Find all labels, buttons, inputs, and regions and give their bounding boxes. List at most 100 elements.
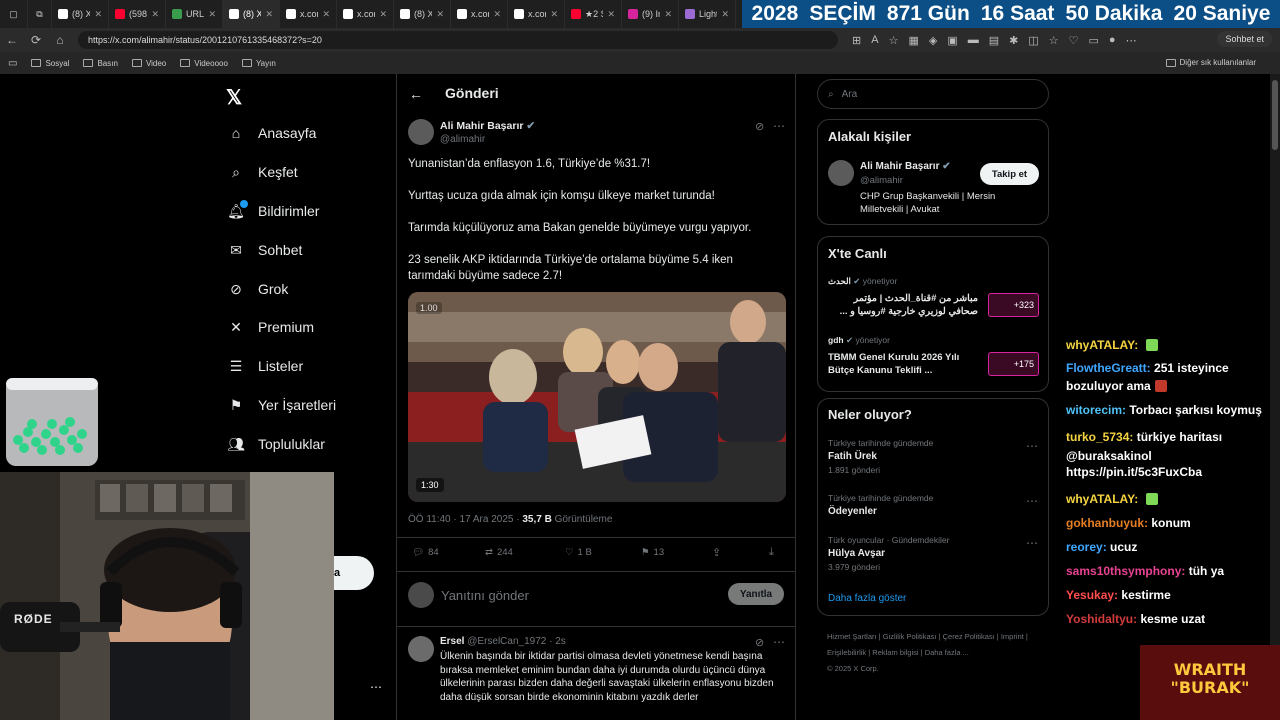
search-input[interactable]: ⌕ Ara	[817, 79, 1049, 109]
close-tab-icon[interactable]: ✕	[151, 9, 159, 20]
account-more-icon[interactable]: ⋯	[370, 680, 382, 694]
close-tab-icon[interactable]: ✕	[322, 9, 330, 20]
extension-icon[interactable]: ▤	[989, 34, 999, 47]
trend-item[interactable]: Türkiye tarihinde gündemde Ödeyenler	[828, 493, 1038, 517]
bookmarks-menu-icon[interactable]: ▭	[8, 58, 17, 69]
reply-input[interactable]: Yanıtını gönder	[441, 588, 529, 603]
show-more-link[interactable]: Daha fazla göster	[828, 593, 906, 604]
collections-icon[interactable]: ▭	[1089, 34, 1099, 47]
close-tab-icon[interactable]: ✕	[607, 9, 615, 20]
browser-tab[interactable]: (598)✕	[109, 0, 166, 28]
back-arrow-icon[interactable]: ←	[409, 86, 423, 102]
copilot-chat-button[interactable]: Sohbet et	[1217, 31, 1272, 47]
browser-tab[interactable]: (8) X ✕	[223, 0, 280, 28]
puzzle-icon[interactable]: ✱	[1009, 34, 1018, 47]
profile-avatar[interactable]: ●	[1109, 34, 1116, 47]
browser-tab[interactable]: (8) X ✕	[52, 0, 109, 28]
browser-tab[interactable]: x.com ✕	[451, 0, 508, 28]
more-icon[interactable]: ⋯	[1026, 536, 1039, 550]
nav-grok[interactable]: ⊘ Grok	[228, 281, 288, 298]
bookmark-folder[interactable]: Video	[131, 59, 166, 68]
avatar[interactable]	[828, 160, 854, 186]
x-logo-icon[interactable]: 𝕏	[226, 85, 242, 110]
related-name[interactable]: Ali Mahir Başarır ✔	[860, 161, 951, 172]
bookmark-action[interactable]: ⚑ 13	[641, 547, 664, 558]
zoom-icon[interactable]: A	[871, 34, 878, 47]
footer-link[interactable]: Hizmet Şartları	[827, 632, 877, 641]
repost-action[interactable]: ⇄ 244	[485, 547, 513, 558]
trend-item[interactable]: Türkiye tarihinde gündemde Fatih Ürek 1.…	[828, 438, 1038, 475]
heart-icon[interactable]: ♡	[1069, 34, 1079, 47]
url-field[interactable]: https://x.com/alimahir/status/2001210761…	[78, 31, 838, 49]
browser-tab[interactable]: ★2 S ✕	[565, 0, 622, 28]
live-participants[interactable]: +175	[988, 352, 1039, 376]
bookmark-folder[interactable]: Yayın	[241, 59, 276, 68]
favorite-star-icon[interactable]: ☆	[889, 34, 899, 47]
avatar[interactable]	[408, 636, 434, 662]
scrollbar[interactable]	[1270, 74, 1280, 720]
footer-link[interactable]: Reklam bilgisi	[872, 648, 918, 657]
avatar[interactable]	[408, 119, 434, 145]
favorites-icon[interactable]: ☆	[1049, 34, 1059, 47]
nav-lists[interactable]: ☰ Listeler	[228, 358, 303, 375]
close-tab-icon[interactable]: ✕	[265, 9, 273, 20]
bookmark-folder[interactable]: Videoooo	[180, 59, 228, 68]
tab-actions-icon[interactable]: ▢	[0, 0, 28, 28]
live-participants[interactable]: +323	[988, 293, 1039, 317]
nav-notifications[interactable]: 🔔︎ Bildirimler	[227, 200, 319, 219]
footer-link[interactable]: Erişilebilirlik	[827, 648, 866, 657]
browser-tab[interactable]: (9) In ✕	[622, 0, 679, 28]
read-aloud-icon[interactable]: ⊞	[852, 34, 861, 47]
extension-icon[interactable]: ◈	[929, 34, 937, 47]
close-tab-icon[interactable]: ✕	[208, 9, 216, 20]
reply-action[interactable]: 💬︎ 84	[412, 547, 439, 558]
like-action[interactable]: ♡ 1 B	[565, 547, 592, 558]
grok-explain-icon[interactable]: ⊘	[755, 120, 764, 133]
more-icon[interactable]: ⋯	[1026, 494, 1039, 508]
extension-icon[interactable]: ▬	[968, 34, 979, 47]
download-icon[interactable]: ⤓	[769, 546, 774, 559]
bookmark-folder[interactable]: Basın	[83, 59, 118, 68]
close-tab-icon[interactable]: ✕	[493, 9, 501, 20]
more-icon[interactable]: ⋯	[1026, 439, 1039, 453]
back-arrow-icon[interactable]: ←	[0, 33, 24, 47]
reply-submit-button[interactable]: Yanıtla	[728, 583, 784, 605]
nav-home[interactable]: ⌂ Anasayfa	[228, 125, 317, 141]
reload-icon[interactable]: ⟳	[24, 33, 48, 47]
browser-tab[interactable]: x.com ✕	[508, 0, 565, 28]
workspaces-icon[interactable]: ⧉	[28, 0, 52, 28]
live-item[interactable]: الحدث ✔ yönetiyor مباشر من #قناة_الحدث |…	[828, 276, 978, 318]
close-tab-icon[interactable]: ✕	[379, 9, 387, 20]
nav-bookmarks[interactable]: ⚑ Yer İşaretleri	[228, 397, 336, 414]
nav-messages[interactable]: ✉ Sohbet	[228, 242, 302, 259]
share-icon[interactable]: ⇪	[712, 546, 721, 559]
nav-communities[interactable]: 👥︎ Topluluklar	[227, 436, 325, 453]
browser-tab[interactable]: Light ✕	[679, 0, 736, 28]
tweet-video[interactable]: 1.00 1:30	[408, 292, 786, 502]
more-icon[interactable]: ⋯	[1126, 34, 1137, 47]
more-icon[interactable]: ⋯	[773, 635, 786, 649]
scrollbar-thumb[interactable]	[1272, 80, 1278, 150]
browser-tab[interactable]: URL ✕	[166, 0, 223, 28]
close-tab-icon[interactable]: ✕	[721, 9, 729, 20]
trend-item[interactable]: Türk oyuncular · Gündemdekiler Hülya Avş…	[828, 535, 1038, 572]
follow-button[interactable]: Takip et	[980, 163, 1039, 185]
nav-explore[interactable]: ⌕ Keşfet	[228, 164, 298, 181]
bookmark-folder[interactable]: Sosyal	[31, 59, 69, 68]
more-icon[interactable]: ⋯	[773, 119, 786, 133]
home-icon[interactable]: ⌂	[48, 33, 72, 47]
video-speed[interactable]: 1.00	[416, 302, 442, 314]
split-screen-icon[interactable]: ◫	[1028, 34, 1038, 47]
extension-icon[interactable]: ▦	[908, 34, 918, 47]
close-tab-icon[interactable]: ✕	[664, 9, 672, 20]
footer-link[interactable]: Imprint	[1001, 632, 1024, 641]
close-tab-icon[interactable]: ✕	[550, 9, 558, 20]
tweet-author[interactable]: Ali Mahir Başarır ✔	[440, 120, 535, 132]
close-tab-icon[interactable]: ✕	[94, 9, 102, 20]
close-tab-icon[interactable]: ✕	[436, 9, 444, 20]
browser-tab[interactable]: (8) X ✕	[394, 0, 451, 28]
footer-link[interactable]: Çerez Politikası	[943, 632, 995, 641]
browser-tab[interactable]: x.com ✕	[337, 0, 394, 28]
footer-link[interactable]: Daha fazla ...	[925, 648, 969, 657]
footer-link[interactable]: Gizlilik Politikası	[883, 632, 937, 641]
